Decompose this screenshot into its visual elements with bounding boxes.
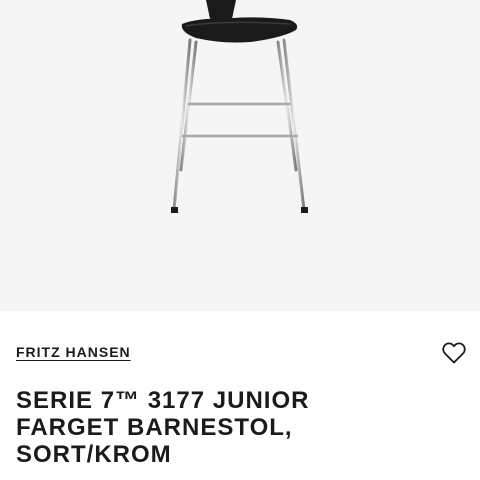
product-title-line: SORT/KROM (16, 441, 172, 468)
product-info: FRITZ HANSEN SERIE 7™ 3177 JUNIOR FARGET… (0, 311, 480, 480)
heart-outline-icon (442, 342, 466, 363)
leg-cap (301, 207, 308, 213)
product-title-line: FARGET BARNESTOL, (16, 414, 293, 441)
leg-cap (171, 207, 178, 213)
bar-stool-illustration (171, 0, 308, 213)
chrome-frame (172, 38, 306, 212)
brand-link[interactable]: FRITZ HANSEN (16, 344, 131, 360)
product-title-line: SERIE 7™ 3177 JUNIOR (16, 387, 310, 414)
seat (181, 17, 298, 43)
product-image[interactable] (0, 0, 480, 311)
footrest-bars (182, 102, 298, 138)
wishlist-button[interactable] (440, 341, 468, 367)
product-title: SERIE 7™ 3177 JUNIOR FARGET BARNESTOL, S… (16, 387, 466, 468)
